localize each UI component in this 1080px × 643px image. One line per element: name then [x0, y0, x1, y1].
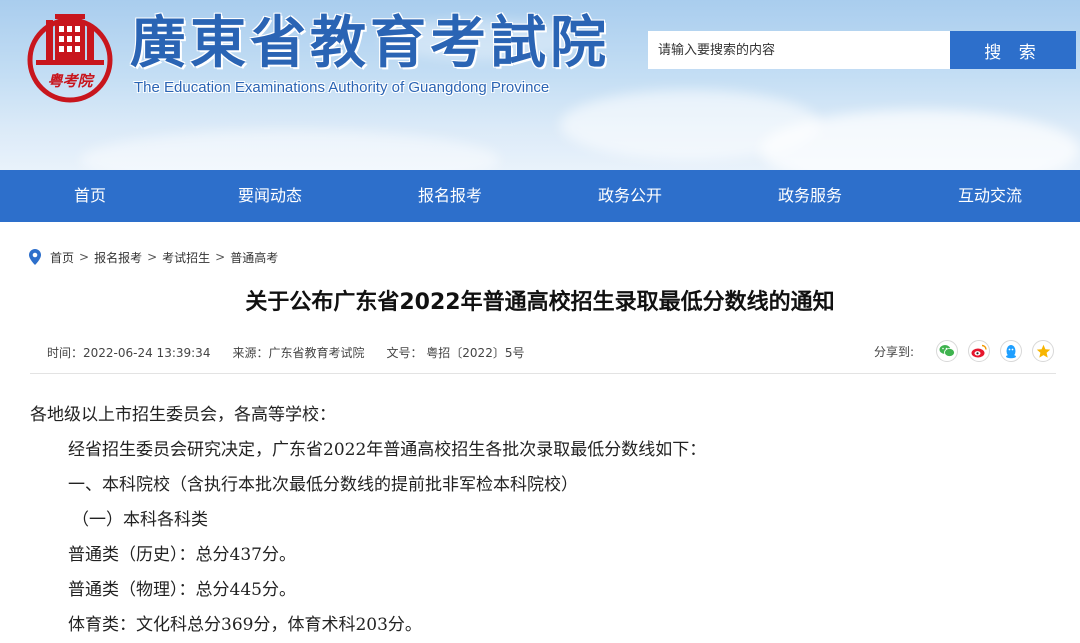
- site-subtitle: The Education Examinations Authority of …: [134, 79, 550, 96]
- publish-time: 时间：2022-06-24 13:39:34: [47, 346, 211, 360]
- article-title: 关于公布广东省2022年普通高校招生录取最低分数线的通知: [245, 290, 835, 315]
- article-meta: 时间：2022-06-24 13:39:34 来源：广东省教育考试院 文号： 粤…: [47, 344, 546, 362]
- breadcrumb-separator: >: [79, 250, 90, 264]
- article-source: 来源：广东省教育考试院: [232, 346, 365, 360]
- paragraph: 普通类（物理）：总分445分。: [68, 580, 296, 600]
- breadcrumb-item-gaokao[interactable]: 普通高考: [230, 249, 278, 266]
- qzone-icon[interactable]: [1032, 340, 1054, 362]
- search-button[interactable]: 搜 索: [950, 31, 1076, 69]
- paragraph: 经省招生委员会研究决定，广东省2022年普通高校招生各批次录取最低分数线如下：: [68, 440, 707, 460]
- share-label: 分享到:: [873, 344, 914, 359]
- article-body: 各地级以上市招生委员会，各高等学校： 经省招生委员会研究决定，广东省2022年普…: [30, 398, 1050, 643]
- location-pin-icon: [29, 249, 41, 265]
- nav-item-registration[interactable]: 报名报考: [360, 170, 540, 222]
- breadcrumb-separator: >: [215, 250, 226, 264]
- logo-text: 粤考院: [47, 72, 95, 90]
- cloud-decoration: [80, 130, 500, 170]
- qq-icon[interactable]: [1000, 340, 1022, 362]
- paragraph: 一、本科院校（含执行本批次最低分数线的提前批非军检本科院校）: [68, 475, 578, 495]
- nav-item-news[interactable]: 要闻动态: [180, 170, 360, 222]
- breadcrumb-item-admissions[interactable]: 考试招生: [162, 249, 210, 266]
- nav-item-interaction[interactable]: 互动交流: [900, 170, 1080, 222]
- site-logo[interactable]: 粤考院: [22, 8, 118, 104]
- breadcrumb-item-registration[interactable]: 报名报考: [94, 249, 142, 266]
- nav-item-government-services[interactable]: 政务服务: [720, 170, 900, 222]
- paragraph-salutation: 各地级以上市招生委员会，各高等学校：: [30, 405, 336, 425]
- breadcrumb-separator: >: [147, 250, 158, 264]
- paragraph: 普通类（历史）：总分437分。: [68, 545, 296, 565]
- search-input[interactable]: [648, 31, 950, 69]
- main-nav: 首页 要闻动态 报名报考 政务公开 政务服务 互动交流: [0, 170, 1080, 222]
- wechat-icon[interactable]: [936, 340, 958, 362]
- site-title: 廣東省教育考試院: [130, 10, 610, 76]
- paragraph: 体育类：文化科总分369分，体育术科203分。: [68, 615, 422, 635]
- document-number: 文号： 粤招〔2022〕5号: [386, 346, 525, 360]
- share-bar: 分享到:: [874, 338, 1054, 364]
- site-header: 粤考院 廣東省教育考試院 The Education Examinations …: [0, 0, 1080, 170]
- breadcrumb: 首页 > 报名报考 > 考试招生 > 普通高考: [28, 248, 278, 266]
- breadcrumb-item-home[interactable]: 首页: [50, 249, 74, 266]
- divider: [30, 373, 1056, 374]
- nav-item-government-affairs[interactable]: 政务公开: [540, 170, 720, 222]
- weibo-icon[interactable]: [968, 340, 990, 362]
- nav-item-home[interactable]: 首页: [0, 170, 180, 222]
- article-container: 首页 > 报名报考 > 考试招生 > 普通高考 关于公布广东省2022年普通高校…: [0, 222, 1080, 643]
- paragraph: （一）本科各科类: [72, 510, 208, 530]
